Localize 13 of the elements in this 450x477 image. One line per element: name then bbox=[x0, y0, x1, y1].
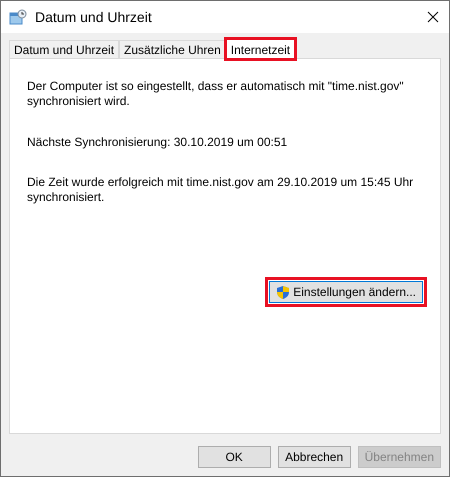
tab[interactable]: Zusätzliche Uhren bbox=[119, 40, 226, 58]
next-sync-text: Nächste Synchronisierung: 30.10.2019 um 00:51 bbox=[27, 135, 288, 150]
window-title: Datum und Uhrzeit bbox=[35, 8, 153, 26]
close-icon[interactable] bbox=[427, 11, 439, 23]
tab[interactable]: Datum und Uhrzeit bbox=[9, 40, 120, 58]
shield-icon bbox=[276, 284, 290, 300]
status-text: Der Computer ist so eingestellt, dass er automatisch mit "time.nist.gov" synchronisiert wird. bbox=[27, 79, 405, 109]
dialog-button[interactable]: Abbrechen bbox=[278, 446, 351, 468]
last-sync-text: Die Zeit wurde erfolgreich mit time.nist.gov am 29.10.2019 um 15:45 Uhr synchronisiert. bbox=[27, 175, 414, 205]
dialog-button[interactable]: OK bbox=[198, 446, 271, 468]
settings-button[interactable]: Einstellungen ändern... bbox=[269, 281, 423, 303]
calendar-clock-icon bbox=[9, 9, 27, 25]
tab[interactable]: Internetzeit bbox=[226, 39, 296, 59]
